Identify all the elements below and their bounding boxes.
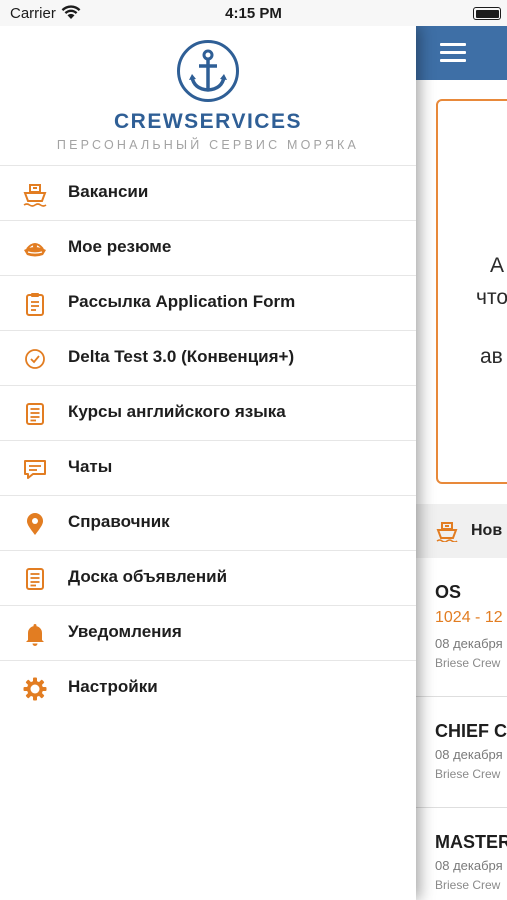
menu-item-delta-test[interactable]: Delta Test 3.0 (Конвенция+) [0, 330, 416, 385]
promo-card[interactable]: А что ав [436, 99, 507, 484]
brand-name: CREWSERVICES [114, 110, 302, 133]
hamburger-menu-icon[interactable] [440, 43, 466, 63]
navigation-drawer: CREWSERVICES ПЕРСОНАЛЬНЫЙ СЕРВИС МОРЯКА … [0, 26, 416, 900]
menu-item-chats[interactable]: Чаты [0, 440, 416, 495]
job-date: 08 декабря [435, 747, 503, 762]
status-time: 4:15 PM [225, 5, 282, 22]
job-date: 08 декабря [435, 858, 503, 873]
menu-item-vacancies[interactable]: Вакансии [0, 165, 416, 220]
clipboard-icon [26, 293, 44, 316]
promo-text-line: что [476, 286, 507, 309]
ship-icon [23, 184, 47, 207]
menu-item-bulletin-board[interactable]: Доска объявлений [0, 550, 416, 605]
main-navbar [416, 26, 507, 80]
menu-item-label: Курсы английского языка [68, 402, 286, 421]
job-salary: 1024 - 12 [435, 609, 503, 626]
ship-icon [436, 522, 458, 542]
gear-icon [23, 677, 47, 701]
job-company: Briese Crew [435, 656, 501, 670]
bell-icon [26, 624, 44, 646]
brand-subtitle: ПЕРСОНАЛЬНЫЙ СЕРВИС МОРЯКА [56, 138, 360, 152]
document-icon [26, 568, 44, 590]
job-list-item[interactable]: OS 1024 - 12 08 декабря Briese Crew [416, 558, 507, 697]
menu-item-label: Справочник [68, 512, 170, 531]
promo-text-line: А [490, 254, 505, 277]
document-icon [26, 403, 44, 425]
battery-icon [473, 7, 501, 20]
drawer-menu: Вакансии Мое резюме Рассылка Application… [0, 165, 416, 715]
job-title: OS [435, 582, 462, 602]
status-bar: Carrier 4:15 PM [0, 0, 507, 26]
menu-item-label: Уведомления [68, 622, 182, 641]
section-header-new-vacancies: Нов [416, 504, 507, 558]
sailor-cap-icon [24, 243, 46, 257]
menu-item-english-courses[interactable]: Курсы английского языка [0, 385, 416, 440]
job-list-item[interactable]: MASTER 08 декабря Briese Crew [416, 808, 507, 900]
app-screen: Carrier 4:15 PM А что ав Нов OS 1024 - 1… [0, 0, 507, 900]
menu-item-label: Вакансии [68, 182, 149, 201]
menu-item-application-form[interactable]: Рассылка Application Form [0, 275, 416, 330]
menu-item-my-resume[interactable]: Мое резюме [0, 220, 416, 275]
map-pin-icon [27, 513, 43, 535]
chat-icon [24, 460, 46, 479]
brand-header: CREWSERVICES ПЕРСОНАЛЬНЫЙ СЕРВИС МОРЯКА [0, 26, 416, 165]
menu-item-label: Доска объявлений [68, 567, 228, 586]
menu-item-label: Delta Test 3.0 (Конвенция+) [68, 347, 295, 366]
menu-item-label: Настройки [68, 677, 158, 696]
check-circle-icon [25, 349, 45, 369]
job-list-item[interactable]: CHIEF C 08 декабря Briese Crew [416, 697, 507, 808]
main-screen: А что ав Нов OS 1024 - 12 08 декабря Bri… [416, 26, 507, 900]
menu-item-label: Чаты [68, 457, 113, 476]
menu-item-notifications[interactable]: Уведомления [0, 605, 416, 660]
menu-item-label: Рассылка Application Form [68, 292, 296, 311]
promo-text-line: ав [480, 345, 503, 368]
job-title: MASTER [435, 832, 507, 852]
job-date: 08 декабря [435, 636, 503, 651]
job-title: CHIEF C [435, 721, 507, 741]
job-company: Briese Crew [435, 767, 501, 781]
anchor-icon [177, 40, 239, 102]
menu-item-label: Мое резюме [68, 237, 172, 256]
section-title: Нов [471, 522, 503, 539]
job-company: Briese Crew [435, 878, 501, 892]
menu-item-settings[interactable]: Настройки [0, 660, 416, 715]
menu-item-directory[interactable]: Справочник [0, 495, 416, 550]
